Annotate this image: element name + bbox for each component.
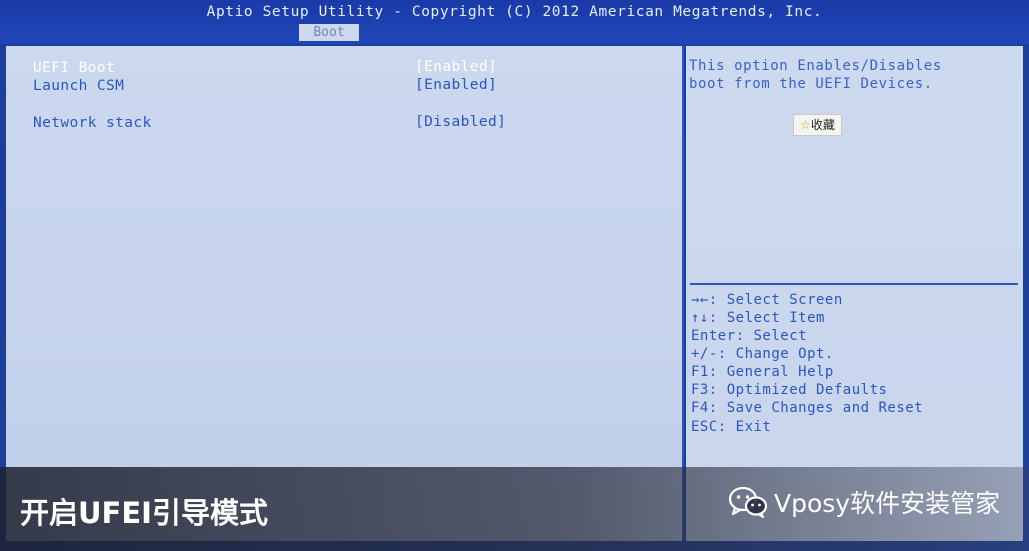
key-hint-optimized-defaults: F3: Optimized Defaults <box>691 382 888 398</box>
help-divider <box>690 283 1018 285</box>
key-hint-exit: ESC: Exit <box>691 419 772 435</box>
option-uefi-boot-label[interactable]: UEFI Boot <box>33 60 115 76</box>
key-hint-select-item: ↑↓: Select Item <box>691 310 825 326</box>
wechat-icon <box>728 486 768 518</box>
star-icon: ☆ <box>800 118 811 132</box>
option-uefi-boot-value[interactable]: [Enabled] <box>415 59 497 75</box>
option-launch-csm-label[interactable]: Launch CSM <box>33 78 124 94</box>
key-hint-select-screen: →←: Select Screen <box>691 292 843 308</box>
favorite-button[interactable]: ☆收藏 <box>793 114 842 136</box>
help-description-line-2: boot from the UEFI Devices. <box>689 76 933 92</box>
help-description-line-1: This option Enables/Disables <box>689 58 942 74</box>
setup-utility-title: Aptio Setup Utility - Copyright (C) 2012… <box>206 4 823 20</box>
key-hint-save-reset: F4: Save Changes and Reset <box>691 400 924 416</box>
watermark-text: Vposy软件安装管家 <box>774 489 1001 518</box>
option-network-stack-value[interactable]: [Disabled] <box>415 114 506 130</box>
key-hint-enter: Enter: Select <box>691 328 808 344</box>
favorite-label: 收藏 <box>810 118 835 132</box>
title-bar: Aptio Setup Utility - Copyright (C) 2012… <box>0 0 1029 44</box>
watermark: Vposy软件安装管家 <box>728 484 1000 520</box>
option-network-stack-label[interactable]: Network stack <box>33 115 152 131</box>
key-hint-general-help: F1: General Help <box>691 364 834 380</box>
option-launch-csm-value[interactable]: [Enabled] <box>415 77 497 93</box>
key-hint-change-opt: +/-: Change Opt. <box>691 346 834 362</box>
tab-boot[interactable]: Boot <box>299 24 359 41</box>
caption-text: 开启UFEI引导模式 <box>20 496 268 530</box>
